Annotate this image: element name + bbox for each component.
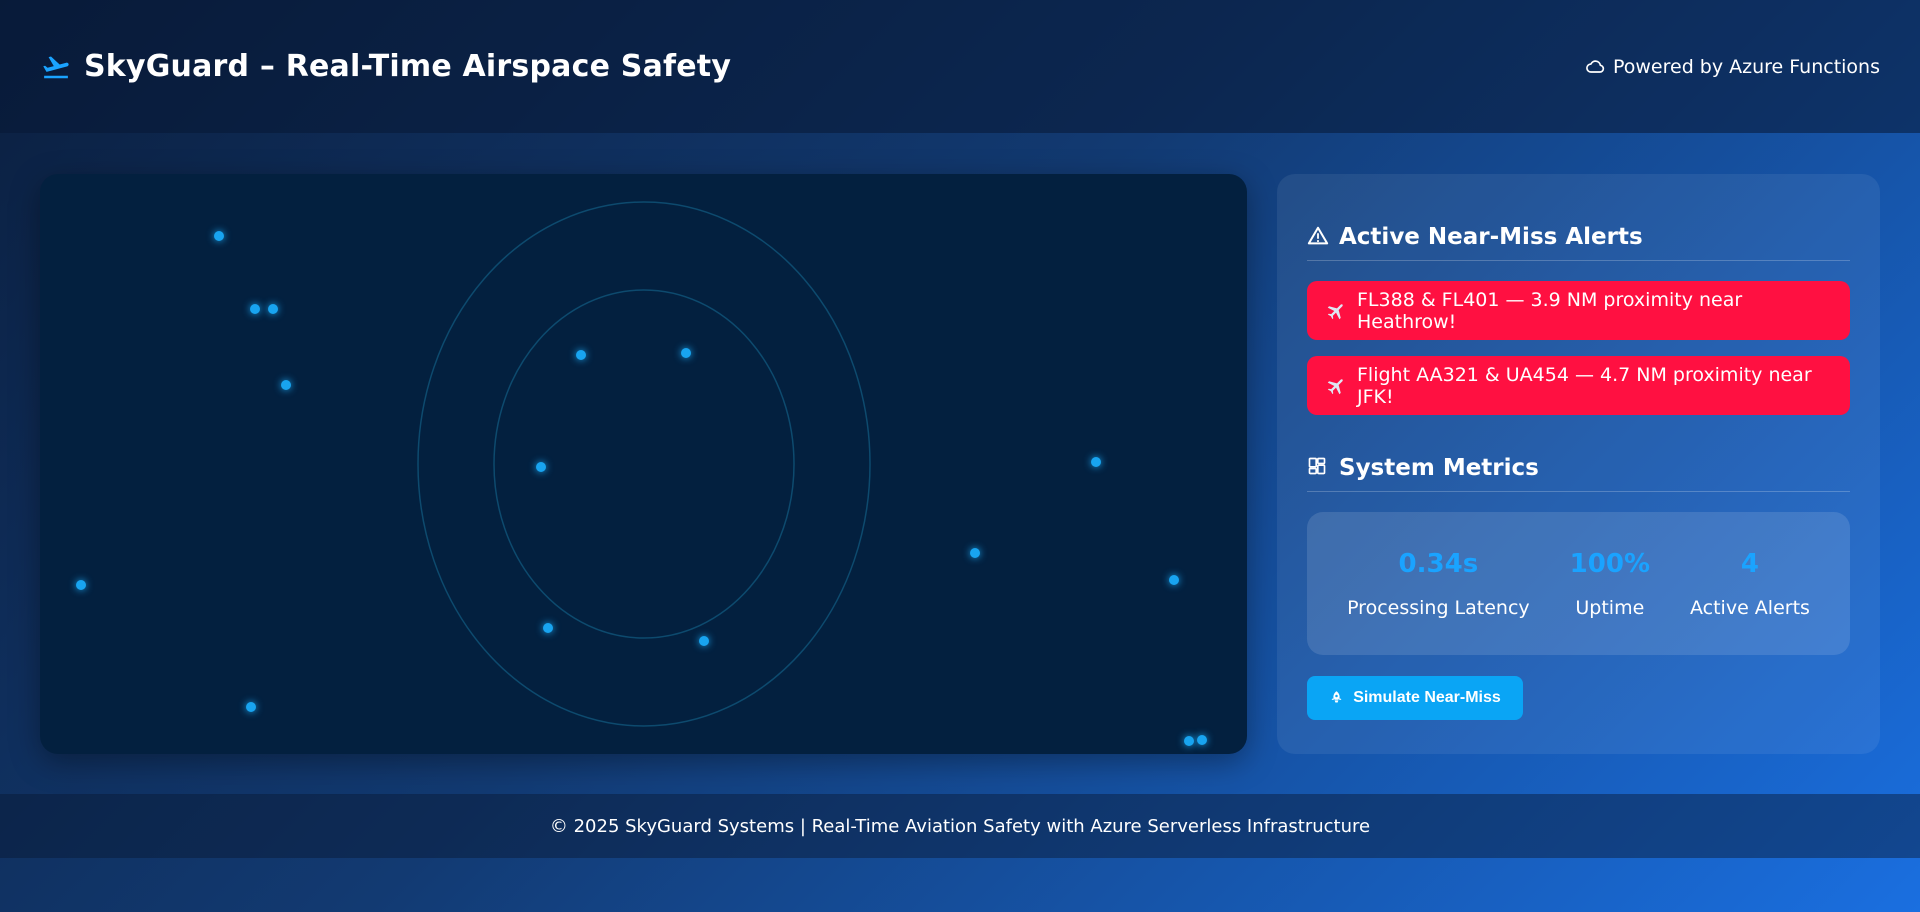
footer: © 2025 SkyGuard Systems | Real-Time Avia… (0, 794, 1920, 858)
aircraft-dot[interactable] (543, 623, 553, 633)
aircraft-dot[interactable] (250, 304, 260, 314)
radar-map[interactable] (40, 174, 1247, 754)
radar-ring (417, 201, 871, 727)
metric-value: 4 (1740, 548, 1760, 579)
metric-label: Active Alerts (1690, 596, 1810, 619)
alert-item[interactable]: Flight AA321 & UA454 — 4.7 NM proximity … (1307, 356, 1850, 415)
simulate-button-label: Simulate Near-Miss (1353, 689, 1501, 706)
cloud-icon (1585, 57, 1605, 77)
metrics-title: System Metrics (1339, 455, 1539, 481)
aircraft-dot[interactable] (536, 462, 546, 472)
metric-label: Uptime (1575, 596, 1645, 619)
metrics-heading: System Metrics (1307, 455, 1850, 492)
rocket-icon (1329, 690, 1345, 706)
brand: SkyGuard – Real-Time Airspace Safety (40, 49, 731, 84)
dashboard-icon (1307, 456, 1331, 480)
alerts-list: FL388 & FL401 — 3.9 NM proximity near He… (1307, 281, 1850, 415)
metric-label: Processing Latency (1347, 596, 1530, 619)
radar-canvas (76, 201, 1207, 746)
side-panel: Active Near-Miss Alerts FL388 & FL401 — … (1277, 174, 1880, 754)
aircraft-dot[interactable] (699, 636, 709, 646)
metric-active-alerts: 4 Active Alerts (1690, 549, 1810, 619)
powered-by-text: Powered by Azure Functions (1612, 55, 1880, 78)
app-header: SkyGuard – Real-Time Airspace Safety Pow… (0, 0, 1920, 133)
metric-value: 0.34s (1398, 548, 1479, 579)
metric-value: 100% (1569, 548, 1650, 579)
metrics-card: 0.34s Processing Latency 100% Uptime 4 A… (1307, 512, 1850, 655)
aircraft-dot[interactable] (1169, 575, 1179, 585)
aircraft-dot[interactable] (1184, 736, 1194, 746)
aircraft-dot[interactable] (246, 702, 256, 712)
alerts-title: Active Near-Miss Alerts (1339, 224, 1643, 250)
aircraft-dot[interactable] (214, 231, 224, 241)
alert-text: FL388 & FL401 — 3.9 NM proximity near He… (1357, 288, 1743, 333)
aircraft-dot[interactable] (576, 350, 586, 360)
metric-latency: 0.34s Processing Latency (1347, 549, 1530, 619)
aircraft-dot[interactable] (1197, 735, 1207, 745)
aircraft-dot[interactable] (76, 580, 86, 590)
aircraft-dot[interactable] (970, 548, 980, 558)
alert-text: Flight AA321 & UA454 — 4.7 NM proximity … (1357, 363, 1812, 408)
plane-departure-icon (40, 51, 72, 83)
powered-by: Powered by Azure Functions (1585, 56, 1880, 78)
aircraft-dot[interactable] (268, 304, 278, 314)
alert-item[interactable]: FL388 & FL401 — 3.9 NM proximity near He… (1307, 281, 1850, 340)
simulate-near-miss-button[interactable]: Simulate Near-Miss (1307, 676, 1523, 720)
aircraft-dot[interactable] (1091, 457, 1101, 467)
warning-triangle-icon (1307, 225, 1331, 249)
footer-text: © 2025 SkyGuard Systems | Real-Time Avia… (549, 815, 1371, 837)
metric-uptime: 100% Uptime (1570, 549, 1650, 619)
airplane-icon (1325, 375, 1347, 397)
airplane-icon (1325, 300, 1347, 322)
aircraft-dot[interactable] (281, 380, 291, 390)
page-title: SkyGuard – Real-Time Airspace Safety (84, 49, 732, 84)
alerts-heading: Active Near-Miss Alerts (1307, 224, 1850, 261)
aircraft-dot[interactable] (681, 348, 691, 358)
